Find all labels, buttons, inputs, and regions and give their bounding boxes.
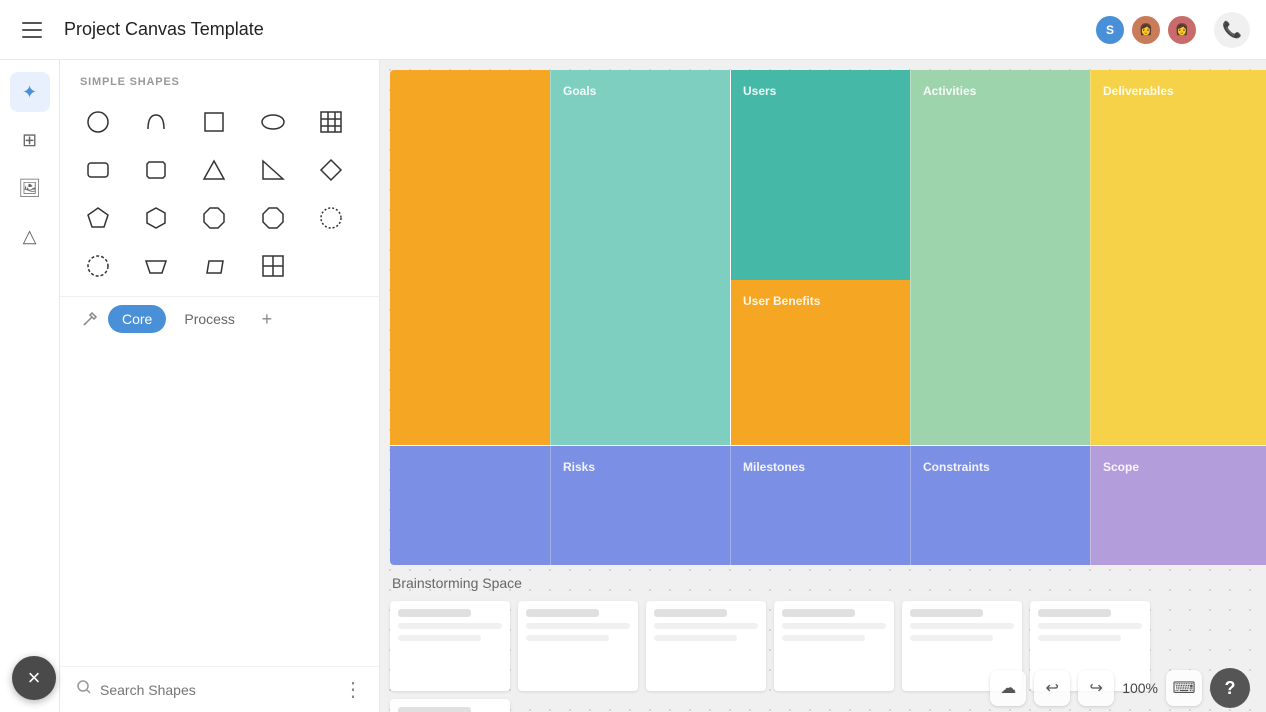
shape-octagon-md[interactable]: [251, 196, 295, 240]
shape-arc[interactable]: [134, 100, 178, 144]
bcard-1[interactable]: [390, 601, 510, 691]
keyboard-button[interactable]: ⌨: [1166, 670, 1202, 706]
left-toolbar: ✦ ⊞ 🖼 △: [0, 60, 60, 712]
zoom-level: 100%: [1122, 680, 1158, 696]
draw-tool-button[interactable]: △: [10, 216, 50, 256]
canvas-bottom-section: Risks Milestones Constraints Scope: [390, 445, 1266, 565]
bcard-4[interactable]: [774, 601, 894, 691]
bcard-line-5: [910, 623, 1014, 629]
tab-add-button[interactable]: +: [253, 305, 281, 333]
shape-rect-cut[interactable]: [134, 148, 178, 192]
canvas-cell-bottom-left: [390, 446, 550, 565]
image-tool-button[interactable]: 🖼: [10, 168, 50, 208]
shape-trapezoid[interactable]: [134, 244, 178, 288]
canvas-cell-left: [390, 70, 550, 445]
avatars-group: S 👩 👩: [1094, 14, 1198, 46]
shape-diamond[interactable]: [309, 148, 353, 192]
bcard-title-line-5: [910, 609, 983, 617]
avatar-s: S: [1094, 14, 1126, 46]
bcard-3[interactable]: [646, 601, 766, 691]
avatar-1: 👩: [1130, 14, 1162, 46]
canvas-cell-risks: Risks: [550, 446, 730, 565]
canvas-cell-milestones: Milestones: [730, 446, 910, 565]
bcard-line-2: [526, 623, 630, 629]
shapes-grid: [60, 96, 379, 296]
bcard-title-line-6: [1038, 609, 1111, 617]
shape-triangle-right[interactable]: [251, 148, 295, 192]
bcard-line-3: [654, 623, 758, 629]
canvas-area[interactable]: Goals Users User Benefits Activities: [380, 60, 1266, 712]
canvas-cell-activities: Activities: [910, 70, 1090, 445]
canvas-cell-goals: Goals: [550, 70, 730, 445]
project-canvas-grid: Goals Users User Benefits Activities: [390, 70, 1266, 565]
canvas-cell-deliverables: Deliverables: [1090, 70, 1266, 445]
bcard-title-line-3: [654, 609, 727, 617]
shape-octagon-sm[interactable]: [192, 196, 236, 240]
tab-core[interactable]: Core: [108, 305, 166, 333]
bcard-title-line-4: [782, 609, 855, 617]
search-icon: [76, 679, 92, 700]
search-more-button[interactable]: ⋮: [343, 677, 363, 702]
shape-pentagon[interactable]: [76, 196, 120, 240]
call-button[interactable]: 📞: [1214, 12, 1250, 48]
canvas-top-section: Goals Users User Benefits Activities: [390, 70, 1266, 445]
undo-button[interactable]: ↩: [1034, 670, 1070, 706]
bcard-title-line-7: [398, 707, 471, 712]
redo-button[interactable]: ↪: [1078, 670, 1114, 706]
help-button[interactable]: ?: [1210, 668, 1250, 708]
canvas-cell-scope: Scope: [1090, 446, 1266, 565]
bottom-bar: ☁ ↩ ↪ 100% ⌨ ?: [974, 664, 1266, 712]
shape-grid-4[interactable]: [251, 244, 295, 288]
bcard-7[interactable]: [390, 699, 510, 712]
bcard-line-short-2: [526, 635, 609, 641]
brainstorm-title: Brainstorming Space: [390, 575, 1266, 591]
shape-table-grid[interactable]: [309, 100, 353, 144]
shape-rect-rounded[interactable]: [76, 148, 120, 192]
shape-triangle[interactable]: [192, 148, 236, 192]
shape-hexagon[interactable]: [134, 196, 178, 240]
bcard-2[interactable]: [518, 601, 638, 691]
main-layout: ✦ ⊞ 🖼 △ SIMPLE SHAPES: [0, 60, 1266, 712]
shape-octagon-lg[interactable]: [309, 196, 353, 240]
shapes-section-label: SIMPLE SHAPES: [60, 60, 379, 96]
bcard-line-short-6: [1038, 635, 1121, 641]
canvas-cell-users-wrap: Users User Benefits: [730, 70, 910, 445]
bcard-title-line: [398, 609, 471, 617]
shape-circle[interactable]: [76, 100, 120, 144]
topbar: Project Canvas Template S 👩 👩 📞: [0, 0, 1266, 60]
bcard-line-short-5: [910, 635, 993, 641]
shape-circle-outline[interactable]: [76, 244, 120, 288]
shape-square[interactable]: [192, 100, 236, 144]
shapes-panel: SIMPLE SHAPES: [60, 60, 380, 712]
search-bar: ⋮: [60, 666, 379, 712]
bcard-line-short-3: [654, 635, 737, 641]
fab-close-button[interactable]: ×: [12, 656, 56, 700]
bcard-line-4: [782, 623, 886, 629]
bcard-line-6: [1038, 623, 1142, 629]
cloud-save-button[interactable]: ☁: [990, 670, 1026, 706]
shapes-tabs: Core Process +: [60, 296, 379, 341]
frame-tool-button[interactable]: ⊞: [10, 120, 50, 160]
shapes-tool-button[interactable]: ✦: [10, 72, 50, 112]
bcard-line-short: [398, 635, 481, 641]
avatar-2: 👩: [1166, 14, 1198, 46]
tab-process[interactable]: Process: [170, 305, 249, 333]
canvas-content: Goals Users User Benefits Activities: [380, 60, 1266, 712]
shape-parallelogram[interactable]: [192, 244, 236, 288]
canvas-cell-users: Users: [731, 70, 910, 280]
menu-button[interactable]: [16, 14, 48, 46]
canvas-cell-constraints: Constraints: [910, 446, 1090, 565]
project-title: Project Canvas Template: [64, 19, 1094, 40]
bcard-line: [398, 623, 502, 629]
search-input[interactable]: [100, 682, 335, 698]
shapes-wand-icon: [76, 305, 104, 333]
bcard-line-short-4: [782, 635, 865, 641]
canvas-cell-user-benefits: User Benefits: [731, 280, 910, 445]
bcard-title-line-2: [526, 609, 599, 617]
shape-oval[interactable]: [251, 100, 295, 144]
